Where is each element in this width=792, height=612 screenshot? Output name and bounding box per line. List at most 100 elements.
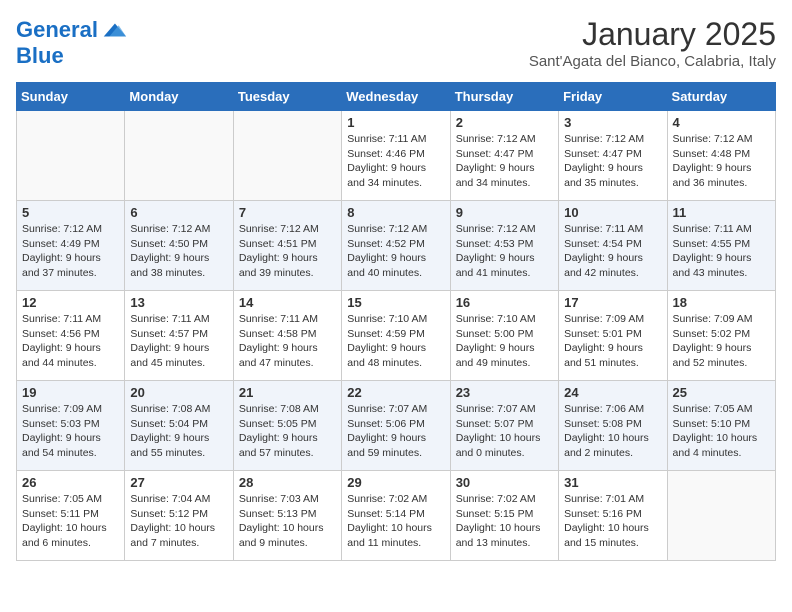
day-number: 2 (456, 115, 553, 130)
day-info: Sunrise: 7:09 AMSunset: 5:01 PMDaylight:… (564, 312, 661, 371)
calendar-week-row: 12Sunrise: 7:11 AMSunset: 4:56 PMDayligh… (17, 291, 776, 381)
calendar-day-cell: 26 Sunrise: 7:05 AMSunset: 5:11 PMDayligh… (17, 471, 125, 561)
logo: General Blue (16, 16, 128, 68)
day-number: 26 (22, 475, 119, 490)
calendar-day-cell: 7 Sunrise: 7:12 AMSunset: 4:51 PMDaylight… (233, 201, 341, 291)
day-number: 5 (22, 205, 119, 220)
day-info: Sunrise: 7:12 AMSunset: 4:53 PMDaylight:… (456, 222, 553, 281)
day-info: Sunrise: 7:05 AMSunset: 5:11 PMDaylight:… (22, 492, 119, 551)
day-number: 18 (673, 295, 770, 310)
day-info: Sunrise: 7:11 AMSunset: 4:55 PMDaylight:… (673, 222, 770, 281)
logo-icon (100, 16, 128, 44)
day-info: Sunrise: 7:08 AMSunset: 5:05 PMDaylight:… (239, 402, 336, 461)
day-info: Sunrise: 7:02 AMSunset: 5:14 PMDaylight:… (347, 492, 444, 551)
calendar-day-cell: 12Sunrise: 7:11 AMSunset: 4:56 PMDayligh… (17, 291, 125, 381)
calendar-day-cell (667, 471, 775, 561)
day-number: 11 (673, 205, 770, 220)
day-info: Sunrise: 7:12 AMSunset: 4:49 PMDaylight:… (22, 222, 119, 281)
day-info: Sunrise: 7:05 AMSunset: 5:10 PMDaylight:… (673, 402, 770, 461)
calendar-day-cell: 11 Sunrise: 7:11 AMSunset: 4:55 PMDayligh… (667, 201, 775, 291)
weekday-header-sunday: Sunday (17, 83, 125, 111)
weekday-header-wednesday: Wednesday (342, 83, 450, 111)
calendar-day-cell: 1Sunrise: 7:11 AMSunset: 4:46 PMDaylight… (342, 111, 450, 201)
day-number: 28 (239, 475, 336, 490)
calendar-day-cell: 6Sunrise: 7:12 AMSunset: 4:50 PMDaylight… (125, 201, 233, 291)
calendar-day-cell: 4 Sunrise: 7:12 AMSunset: 4:48 PMDaylight… (667, 111, 775, 201)
weekday-header-tuesday: Tuesday (233, 83, 341, 111)
day-number: 3 (564, 115, 661, 130)
day-number: 4 (673, 115, 770, 130)
calendar-day-cell: 9 Sunrise: 7:12 AMSunset: 4:53 PMDaylight… (450, 201, 558, 291)
calendar-day-cell: 8 Sunrise: 7:12 AMSunset: 4:52 PMDaylight… (342, 201, 450, 291)
calendar-day-cell: 19 Sunrise: 7:09 AMSunset: 5:03 PMDayligh… (17, 381, 125, 471)
day-info: Sunrise: 7:12 AMSunset: 4:47 PMDaylight:… (564, 132, 661, 191)
day-info: Sunrise: 7:06 AMSunset: 5:08 PMDaylight:… (564, 402, 661, 461)
calendar-day-cell: 3 Sunrise: 7:12 AMSunset: 4:47 PMDaylight… (559, 111, 667, 201)
day-number: 25 (673, 385, 770, 400)
calendar-week-row: 19 Sunrise: 7:09 AMSunset: 5:03 PMDayligh… (17, 381, 776, 471)
day-number: 9 (456, 205, 553, 220)
calendar-day-cell: 27Sunrise: 7:04 AMSunset: 5:12 PMDayligh… (125, 471, 233, 561)
day-info: Sunrise: 7:10 AMSunset: 4:59 PMDaylight:… (347, 312, 444, 371)
weekday-header-friday: Friday (559, 83, 667, 111)
calendar-day-cell: 28 Sunrise: 7:03 AMSunset: 5:13 PMDayligh… (233, 471, 341, 561)
day-info: Sunrise: 7:12 AMSunset: 4:48 PMDaylight:… (673, 132, 770, 191)
day-number: 29 (347, 475, 444, 490)
day-number: 14 (239, 295, 336, 310)
weekday-header-saturday: Saturday (667, 83, 775, 111)
calendar-day-cell (233, 111, 341, 201)
day-number: 22 (347, 385, 444, 400)
day-number: 15 (347, 295, 444, 310)
calendar-day-cell: 31 Sunrise: 7:01 AMSunset: 5:16 PMDayligh… (559, 471, 667, 561)
calendar-day-cell: 21 Sunrise: 7:08 AMSunset: 5:05 PMDayligh… (233, 381, 341, 471)
title-block: January 2025 Sant'Agata del Bianco, Cala… (529, 16, 776, 70)
logo-text: General (16, 18, 98, 42)
day-info: Sunrise: 7:07 AMSunset: 5:06 PMDaylight:… (347, 402, 444, 461)
day-info: Sunrise: 7:12 AMSunset: 4:50 PMDaylight:… (130, 222, 227, 281)
calendar-day-cell: 20 Sunrise: 7:08 AMSunset: 5:04 PMDayligh… (125, 381, 233, 471)
weekday-header-monday: Monday (125, 83, 233, 111)
calendar-day-cell: 30 Sunrise: 7:02 AMSunset: 5:15 PMDayligh… (450, 471, 558, 561)
weekday-header-thursday: Thursday (450, 83, 558, 111)
month-title: January 2025 (529, 16, 776, 53)
day-number: 7 (239, 205, 336, 220)
day-info: Sunrise: 7:11 AMSunset: 4:54 PMDaylight:… (564, 222, 661, 281)
calendar-day-cell: 23Sunrise: 7:07 AMSunset: 5:07 PMDayligh… (450, 381, 558, 471)
day-number: 16 (456, 295, 553, 310)
day-info: Sunrise: 7:11 AMSunset: 4:56 PMDaylight:… (22, 312, 119, 371)
day-number: 8 (347, 205, 444, 220)
calendar-day-cell: 14Sunrise: 7:11 AMSunset: 4:58 PMDayligh… (233, 291, 341, 381)
day-info: Sunrise: 7:04 AMSunset: 5:12 PMDaylight:… (130, 492, 227, 551)
calendar-day-cell: 29 Sunrise: 7:02 AMSunset: 5:14 PMDayligh… (342, 471, 450, 561)
day-number: 10 (564, 205, 661, 220)
day-number: 31 (564, 475, 661, 490)
day-number: 20 (130, 385, 227, 400)
calendar-day-cell: 24Sunrise: 7:06 AMSunset: 5:08 PMDayligh… (559, 381, 667, 471)
day-info: Sunrise: 7:07 AMSunset: 5:07 PMDaylight:… (456, 402, 553, 461)
calendar-day-cell: 18 Sunrise: 7:09 AMSunset: 5:02 PMDayligh… (667, 291, 775, 381)
day-info: Sunrise: 7:11 AMSunset: 4:57 PMDaylight:… (130, 312, 227, 371)
location-title: Sant'Agata del Bianco, Calabria, Italy (529, 53, 776, 70)
calendar-day-cell (17, 111, 125, 201)
day-info: Sunrise: 7:03 AMSunset: 5:13 PMDaylight:… (239, 492, 336, 551)
day-info: Sunrise: 7:09 AMSunset: 5:02 PMDaylight:… (673, 312, 770, 371)
day-info: Sunrise: 7:02 AMSunset: 5:15 PMDaylight:… (456, 492, 553, 551)
day-number: 21 (239, 385, 336, 400)
day-info: Sunrise: 7:12 AMSunset: 4:52 PMDaylight:… (347, 222, 444, 281)
calendar-table: SundayMondayTuesdayWednesdayThursdayFrid… (16, 82, 776, 561)
calendar-day-cell: 16Sunrise: 7:10 AMSunset: 5:00 PMDayligh… (450, 291, 558, 381)
day-number: 30 (456, 475, 553, 490)
day-number: 19 (22, 385, 119, 400)
calendar-week-row: 1Sunrise: 7:11 AMSunset: 4:46 PMDaylight… (17, 111, 776, 201)
logo-blue-text: Blue (16, 44, 128, 68)
page-header: General Blue January 2025 Sant'Agata del… (16, 16, 776, 70)
calendar-day-cell: 2 Sunrise: 7:12 AMSunset: 4:47 PMDaylight… (450, 111, 558, 201)
day-info: Sunrise: 7:01 AMSunset: 5:16 PMDaylight:… (564, 492, 661, 551)
day-number: 13 (130, 295, 227, 310)
day-info: Sunrise: 7:12 AMSunset: 4:51 PMDaylight:… (239, 222, 336, 281)
day-info: Sunrise: 7:09 AMSunset: 5:03 PMDaylight:… (22, 402, 119, 461)
day-number: 17 (564, 295, 661, 310)
day-info: Sunrise: 7:11 AMSunset: 4:46 PMDaylight:… (347, 132, 444, 191)
day-info: Sunrise: 7:08 AMSunset: 5:04 PMDaylight:… (130, 402, 227, 461)
day-info: Sunrise: 7:12 AMSunset: 4:47 PMDaylight:… (456, 132, 553, 191)
